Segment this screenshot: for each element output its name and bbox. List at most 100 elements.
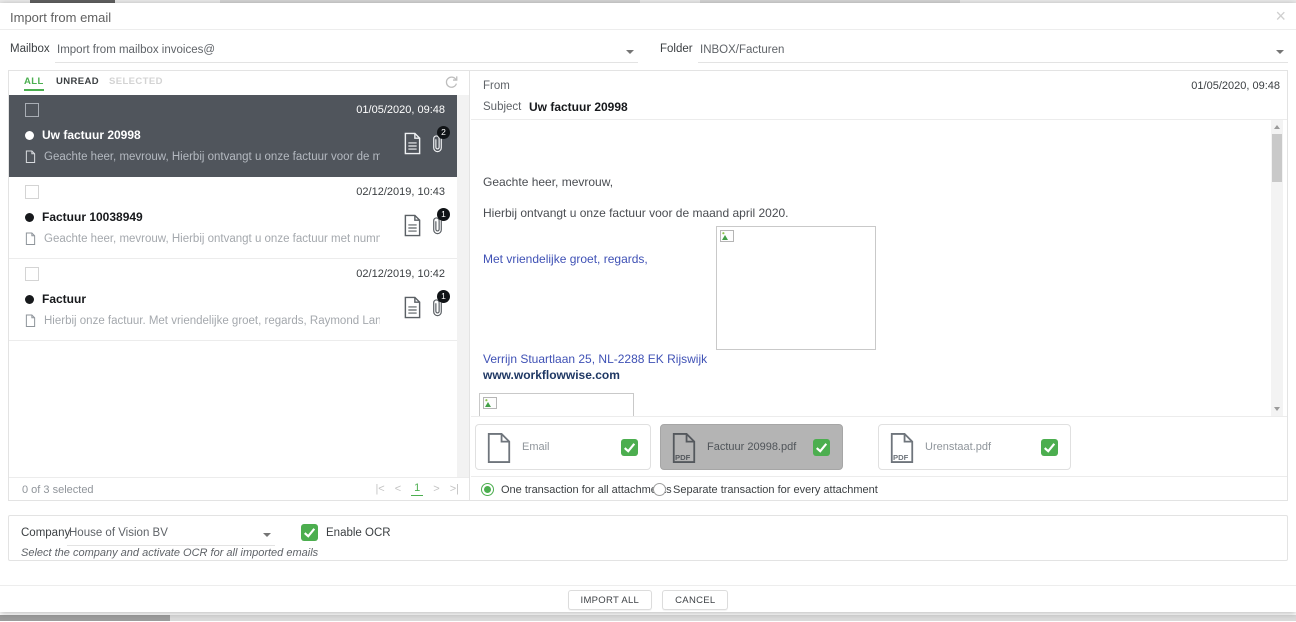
- signature-website[interactable]: www.workflowwise.com: [483, 368, 620, 382]
- import-from-email-dialog: Import from email × Mailbox Import from …: [0, 3, 1296, 612]
- email-checkbox[interactable]: [25, 103, 39, 117]
- scrollbar-thumb[interactable]: [1272, 134, 1282, 182]
- body-scrollbar[interactable]: [1271, 120, 1283, 416]
- email-subject: Uw factuur 20998: [42, 128, 141, 142]
- email-checkbox[interactable]: [25, 267, 39, 281]
- email-subject: Factuur 10038949: [42, 210, 143, 224]
- company-hint: Select the company and activate OCR for …: [21, 547, 318, 559]
- list-footer: 0 of 3 selected |< < 1 > >|: [9, 477, 469, 500]
- paperclip-icon: 1: [431, 297, 444, 318]
- import-all-button[interactable]: IMPORT ALL: [568, 590, 653, 610]
- last-page-icon[interactable]: >|: [450, 483, 459, 495]
- transaction-options: One transaction for all attachments Sepa…: [471, 476, 1287, 502]
- folder-value: INBOX/Facturen: [700, 44, 784, 56]
- attachment-checkbox[interactable]: [1041, 439, 1058, 456]
- signature-address: Verrijn Stuartlaan 25, NL-2288 EK Rijswi…: [483, 352, 707, 366]
- mailbox-value: Import from mailbox invoices@: [57, 44, 215, 56]
- tab-all[interactable]: ALL: [24, 76, 44, 91]
- attachment-checkbox[interactable]: [813, 439, 830, 456]
- email-row[interactable]: 02/12/2019, 10:43 Factuur 10038949 Geach…: [9, 177, 457, 259]
- chevron-down-icon: [1276, 50, 1284, 54]
- unread-dot-icon: [25, 131, 34, 140]
- email-preview: Geachte heer, mevrouw, Hierbij ontvangt …: [44, 233, 380, 245]
- broken-image-placeholder: [716, 226, 876, 350]
- scroll-down-icon[interactable]: [1274, 407, 1280, 411]
- prev-page-icon[interactable]: <: [395, 483, 401, 495]
- unread-dot-icon: [25, 295, 34, 304]
- dialog-titlebar: Import from email ×: [0, 3, 1296, 30]
- email-body: Geachte heer, mevrouw, Hierbij ontvangt …: [471, 120, 1287, 416]
- radio-unselected-icon[interactable]: [653, 483, 666, 496]
- chevron-down-icon: [626, 50, 634, 54]
- preview-date: 01/05/2020, 09:48: [1191, 80, 1280, 92]
- toolbar: Mailbox Import from mailbox invoices@ Fo…: [0, 31, 1296, 69]
- email-date: 01/05/2020, 09:48: [356, 104, 445, 116]
- document-icon: [403, 296, 422, 319]
- next-page-icon[interactable]: >: [433, 483, 439, 495]
- chevron-down-icon: [263, 533, 271, 537]
- body-signature: Met vriendelijke groet, regards,: [483, 252, 648, 266]
- paperclip-icon: 2: [431, 133, 444, 154]
- attachment-name: Email: [522, 441, 550, 453]
- pdf-icon: PDF: [671, 432, 697, 464]
- scroll-up-icon[interactable]: [1274, 125, 1280, 129]
- tab-selected[interactable]: SELECTED: [109, 76, 163, 87]
- attachment-count-badge: 2: [437, 126, 450, 139]
- company-section: Company House of Vision BV Enable OCR Se…: [8, 515, 1288, 561]
- email-preview: Geachte heer, mevrouw, Hierbij ontvangt …: [44, 151, 380, 163]
- mailbox-label: Mailbox: [10, 43, 50, 55]
- body-line: Hierbij ontvangt u onze factuur voor de …: [483, 206, 789, 220]
- email-checkbox[interactable]: [25, 185, 39, 199]
- paperclip-icon: 1: [431, 215, 444, 236]
- list-tabs: ALL UNREAD SELECTED: [9, 71, 469, 95]
- page-number[interactable]: 1: [411, 482, 423, 496]
- email-list: 01/05/2020, 09:48 Uw factuur 20998 Geach…: [9, 95, 457, 477]
- body-line: Geachte heer, mevrouw,: [483, 175, 613, 189]
- refresh-icon[interactable]: [444, 75, 459, 90]
- attachment-checkbox[interactable]: [621, 439, 638, 456]
- attachment-card-pdf[interactable]: PDF Urenstaat.pdf: [878, 424, 1071, 470]
- svg-text:PDF: PDF: [675, 453, 691, 462]
- company-value: House of Vision BV: [69, 527, 168, 539]
- attachments-row: Email PDF Factuur 20998.pdf: [471, 416, 1287, 476]
- email-date: 02/12/2019, 10:42: [356, 268, 445, 280]
- radio-separate-transaction[interactable]: Separate transaction for every attachmen…: [653, 483, 878, 496]
- document-icon: [403, 132, 422, 155]
- broken-image-placeholder: [479, 393, 634, 416]
- folder-select[interactable]: INBOX/Facturen: [698, 39, 1288, 63]
- email-row[interactable]: 01/05/2020, 09:48 Uw factuur 20998 Geach…: [9, 95, 457, 177]
- tab-unread[interactable]: UNREAD: [56, 76, 99, 87]
- broken-image-icon: [720, 230, 734, 242]
- email-preview: Hierbij onze factuur. Met vriendelijke g…: [44, 315, 380, 327]
- cancel-button[interactable]: CANCEL: [662, 590, 728, 610]
- attachment-card-pdf[interactable]: PDF Factuur 20998.pdf: [660, 424, 843, 470]
- background-scrollbar-thumb: [0, 615, 170, 621]
- attachment-count-badge: 1: [437, 290, 450, 303]
- subject-label: Subject: [483, 101, 521, 113]
- broken-image-icon: [483, 397, 497, 409]
- mailbox-select[interactable]: Import from mailbox invoices@: [55, 39, 638, 63]
- attachment-name: Factuur 20998.pdf: [707, 441, 796, 453]
- enable-ocr-label: Enable OCR: [326, 527, 391, 539]
- enable-ocr-checkbox[interactable]: [301, 524, 318, 541]
- dialog-footer: IMPORT ALL CANCEL: [0, 590, 1296, 610]
- email-preview-panel: From 01/05/2020, 09:48 Subject Uw factuu…: [471, 71, 1287, 500]
- background-page-bottom: [0, 612, 1296, 622]
- radio-selected-icon[interactable]: [481, 483, 494, 496]
- attachment-name: Urenstaat.pdf: [925, 441, 991, 453]
- radio-one-transaction[interactable]: One transaction for all attachments: [481, 483, 672, 496]
- pagination: |< < 1 > >|: [375, 482, 459, 496]
- attachment-card-email[interactable]: Email: [475, 424, 651, 470]
- first-page-icon[interactable]: |<: [375, 483, 384, 495]
- page-icon: [25, 150, 36, 164]
- folder-label: Folder: [660, 43, 693, 55]
- close-icon[interactable]: ×: [1275, 6, 1286, 26]
- pdf-icon: PDF: [889, 432, 915, 464]
- background-scrollbar-track: [170, 615, 1296, 621]
- document-icon: [403, 214, 422, 237]
- company-select[interactable]: House of Vision BV: [67, 522, 275, 546]
- email-row[interactable]: 02/12/2019, 10:42 Factuur Hierbij onze f…: [9, 259, 457, 341]
- main-split: ALL UNREAD SELECTED 01/05/2020, 09:48: [8, 70, 1288, 501]
- email-list-scrollbar[interactable]: [457, 95, 469, 477]
- email-date: 02/12/2019, 10:43: [356, 186, 445, 198]
